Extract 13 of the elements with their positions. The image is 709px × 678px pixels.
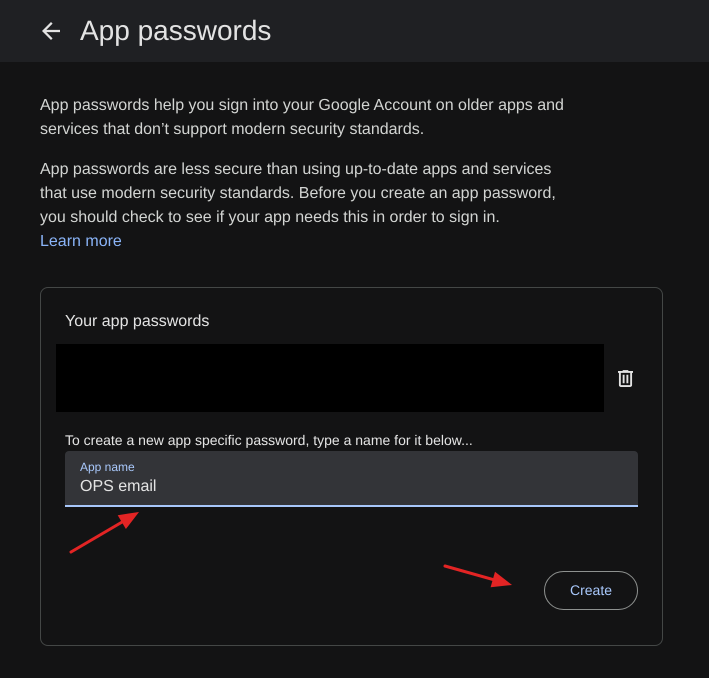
annotation-arrow xyxy=(69,509,141,555)
delete-icon[interactable] xyxy=(618,370,632,386)
intro-paragraph: App passwords help you sign into your Google Account on older apps and services that don’t support modern security standards. xyxy=(40,96,565,140)
back-arrow-icon[interactable] xyxy=(42,22,60,40)
app-name-field[interactable]: App name OPS email xyxy=(65,451,638,507)
intro-paragraph: App passwords are less secure than using up-to-date apps and services that use modern security standards. Before you create an app password, you should check to see if your app needs this in order to sign in. xyxy=(40,160,557,228)
field-value-input[interactable]: OPS email xyxy=(80,475,623,499)
create-button[interactable]: Create xyxy=(544,571,638,610)
instructions-text: To create a new app specific password, type a name for it below... xyxy=(65,431,474,450)
page-title: App passwords xyxy=(80,14,272,48)
section-title: Your app passwords xyxy=(65,312,210,332)
learn-more-link[interactable]: Learn more xyxy=(40,230,122,254)
field-label: App name xyxy=(80,459,135,475)
